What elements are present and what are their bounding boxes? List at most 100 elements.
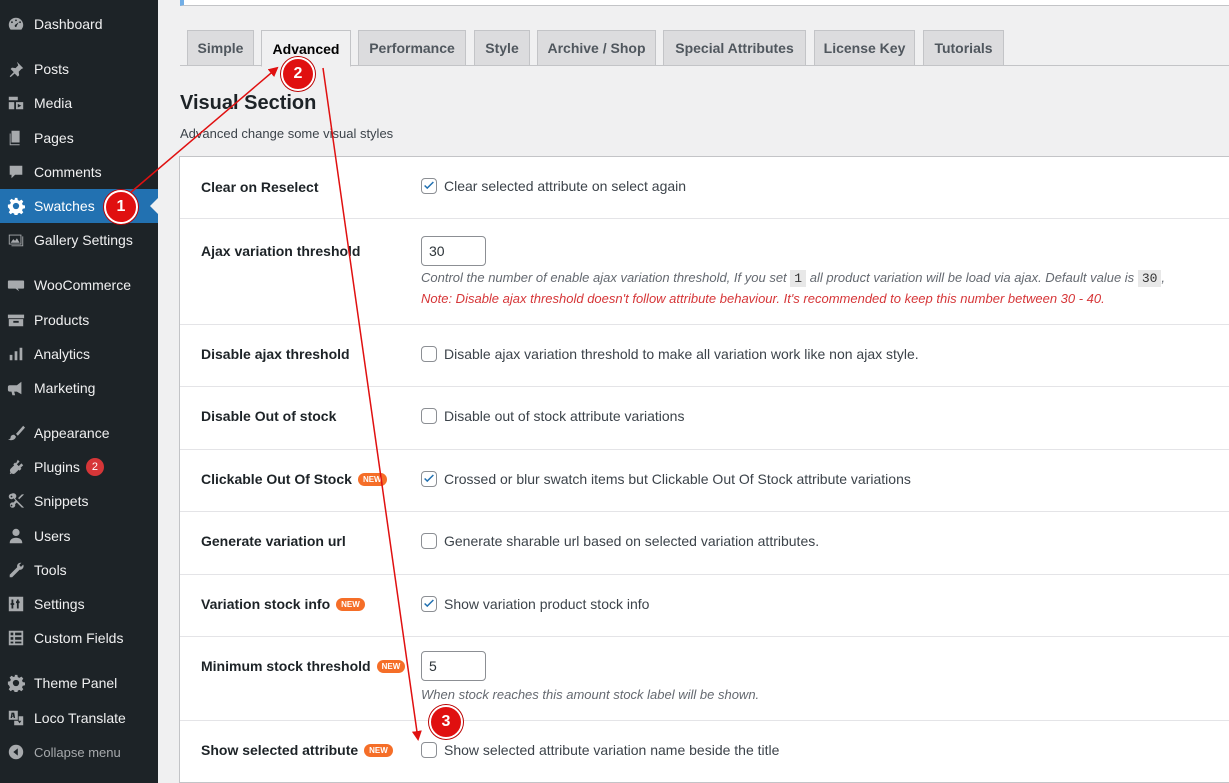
new-badge: NEW [364,743,393,757]
sidebar-item-media[interactable]: Media [0,86,158,120]
variation-stock-info-checkbox[interactable]: Show variation product stock info [421,596,649,612]
admin-sidebar: Dashboard Posts Media Pages Comments Swa… [0,0,158,783]
sidebar-item-users[interactable]: Users [0,519,158,553]
new-badge: NEW [336,597,365,611]
ajax-threshold-note: Note: Disable ajax threshold doesn't fol… [421,291,1105,306]
checkbox-checked[interactable] [421,471,437,487]
tab-style[interactable]: Style [474,30,530,66]
top-notice-bar [180,0,1229,6]
tab-simple[interactable]: Simple [187,30,254,66]
sidebar-item-plugins[interactable]: Plugins 2 [0,450,158,484]
setting-row-clickable-out-of-stock: Clickable Out Of Stock NEW Crossed or blu… [180,450,1229,512]
checkmark-icon [424,474,434,483]
sidebar-item-label: Media [34,95,73,111]
sidebar-item-settings[interactable]: Settings [0,587,158,621]
sidebar-item-tools[interactable]: Tools [0,553,158,587]
setting-row-minimum-stock-threshold: Minimum stock threshold NEW 5 When stock … [180,637,1229,721]
checkmark-icon [424,181,434,190]
sidebar-item-gallery-settings[interactable]: Gallery Settings [0,223,158,257]
step-marker-1: 1 [104,190,138,224]
sidebar-item-label: Collapse menu [34,744,121,760]
sidebar-item-label: WooCommerce [34,277,131,293]
sidebar-item-woocommerce[interactable]: WooCommerce [0,268,158,302]
sidebar-item-appearance[interactable]: Appearance [0,416,158,450]
generate-variation-url-checkbox[interactable]: Generate sharable url based on selected … [421,533,819,549]
sidebar-item-products[interactable]: Products [0,303,158,337]
tab-license-key[interactable]: License Key [814,30,915,66]
sidebar-item-label: Pages [34,130,74,146]
archive-icon [6,310,26,330]
setting-label: Ajax variation threshold [201,243,361,259]
plugin-icon [6,457,26,477]
setting-label: Clickable Out Of Stock NEW [201,471,387,487]
tab-tutorials[interactable]: Tutorials [923,30,1004,66]
sidebar-item-label: Gallery Settings [34,232,133,248]
clickable-out-of-stock-checkbox[interactable]: Crossed or blur swatch items but Clickab… [421,471,911,487]
sidebar-item-label: Dashboard [34,16,103,32]
show-selected-attribute-checkbox[interactable]: Show selected attribute variation name b… [421,742,779,758]
setting-row-generate-variation-url: Generate variation url Generate sharable… [180,512,1229,575]
minimum-stock-threshold-input[interactable]: 5 [421,651,486,681]
new-badge: NEW [357,472,387,486]
ajax-threshold-input[interactable]: 30 [421,236,486,266]
sidebar-item-custom-fields[interactable]: Custom Fields [0,621,158,655]
brush-icon [6,423,26,443]
section-description: Advanced change some visual styles [180,126,394,141]
checkbox-checked[interactable] [421,596,437,612]
sidebar-item-snippets[interactable]: Snippets [0,484,158,518]
sidebar-collapse-menu[interactable]: Collapse menu [0,735,158,769]
sidebar-item-label: Theme Panel [34,675,118,691]
minimum-stock-threshold-help: When stock reaches this amount stock lab… [421,687,760,702]
gear-icon [6,196,26,216]
disable-ajax-threshold-checkbox[interactable]: Disable ajax variation threshold to make… [421,346,919,362]
step-marker-2: 2 [281,57,315,91]
sliders-icon [6,594,26,614]
sidebar-item-label: Settings [34,596,85,612]
grid-icon [6,628,26,648]
comment-icon [6,162,26,182]
setting-label: Disable ajax threshold [201,346,350,362]
tab-special-attributes[interactable]: Special Attributes [663,30,806,66]
settings-tabs: Simple Advanced Performance Style Archiv… [180,30,1229,67]
setting-row-ajax-threshold: Ajax variation threshold 30 Control the … [180,219,1229,325]
tab-archive-shop[interactable]: Archive / Shop [537,30,656,66]
setting-row-clear-on-reselect: Clear on Reselect Clear selected attribu… [180,157,1229,219]
sidebar-item-label: Analytics [34,346,91,362]
setting-label: Minimum stock threshold NEW [201,658,406,674]
setting-label: Disable Out of stock [201,408,337,424]
sidebar-item-marketing[interactable]: Marketing [0,371,158,405]
step-marker-3: 3 [429,705,463,739]
checkbox-unchecked[interactable] [421,742,437,758]
sidebar-item-label: Posts [34,61,70,77]
sidebar-item-theme-panel[interactable]: Theme Panel [0,666,158,700]
sidebar-item-analytics[interactable]: Analytics [0,337,158,371]
checkbox-checked[interactable] [421,178,437,194]
gallery-icon [6,230,26,250]
collapse-icon [6,742,26,762]
sidebar-item-dashboard[interactable]: Dashboard [0,7,158,41]
scissors-icon [6,491,26,511]
sidebar-item-pages[interactable]: Pages [0,121,158,155]
sidebar-item-comments[interactable]: Comments [0,155,158,189]
sidebar-item-label: Swatches [34,198,95,214]
checkbox-unchecked[interactable] [421,408,437,424]
dashboard-icon [6,14,26,34]
checkbox-unchecked[interactable] [421,346,437,362]
translate-icon [6,708,26,728]
sidebar-item-label: Custom Fields [34,630,124,646]
checkbox-unchecked[interactable] [421,533,437,549]
bar-chart-icon [6,344,26,364]
tab-performance[interactable]: Performance [358,30,466,66]
sidebar-item-label: Plugins [34,459,80,475]
sidebar-item-posts[interactable]: Posts [0,52,158,86]
pin-icon [6,59,26,79]
sidebar-item-label: Marketing [34,380,96,396]
setting-row-show-selected-attribute: Show selected attribute NEW Show selected… [180,721,1229,783]
clear-on-reselect-checkbox[interactable]: Clear selected attribute on select again [421,178,686,194]
woo-icon [6,275,26,295]
gear-icon [6,673,26,693]
sidebar-item-label: Snippets [34,493,89,509]
sidebar-item-label: Tools [34,562,67,578]
sidebar-item-loco-translate[interactable]: Loco Translate [0,701,158,735]
disable-out-of-stock-checkbox[interactable]: Disable out of stock attribute variation… [421,408,684,424]
